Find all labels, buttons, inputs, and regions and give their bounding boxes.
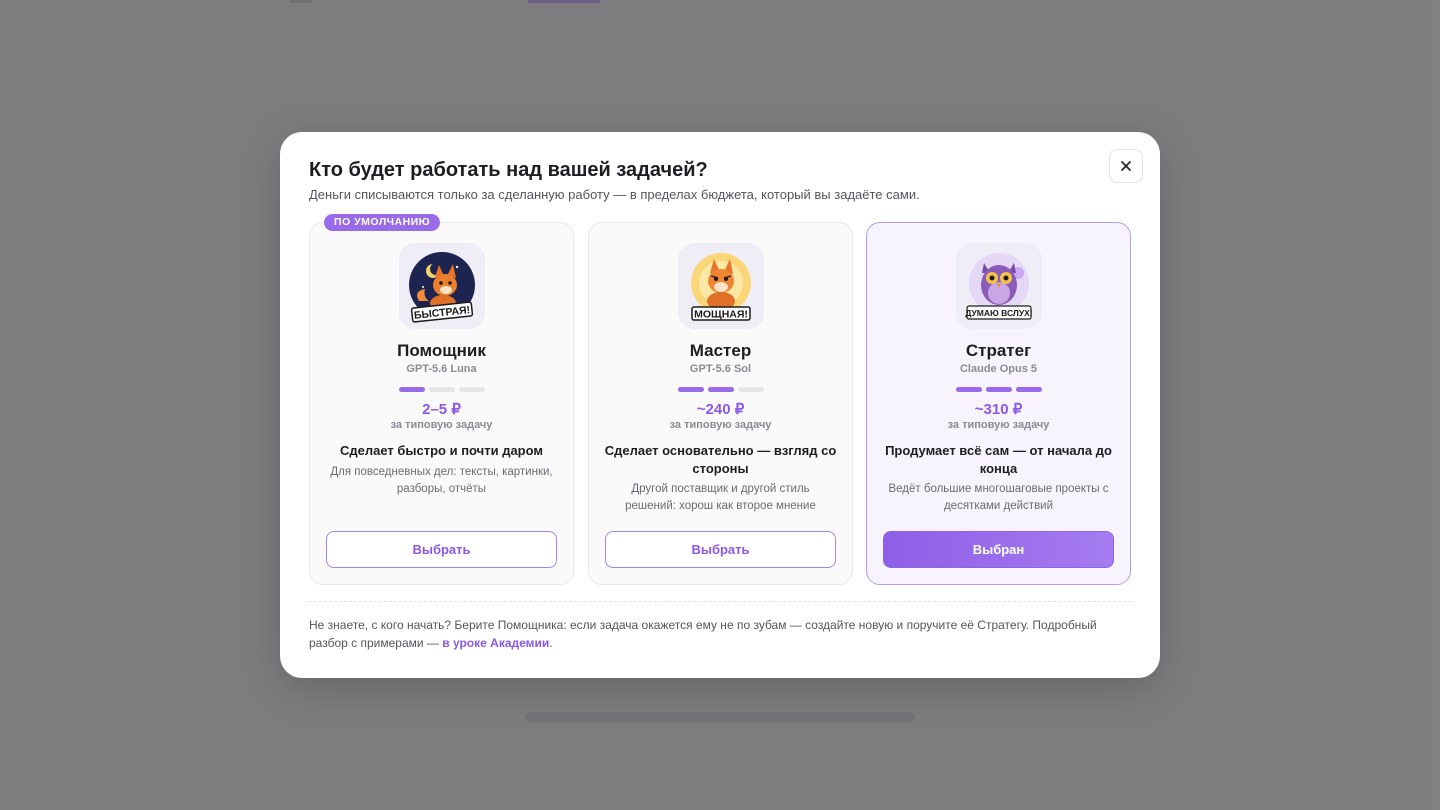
model-tagline: Сделает основательно — взгляд со стороны <box>604 443 837 476</box>
model-card-strategist[interactable]: ДУМАЮ ВСЛУХ! Стратег Claude Opus 5 ~310 … <box>866 222 1131 585</box>
model-description: Другой поставщик и другой стиль решений:… <box>625 483 816 512</box>
owl-avatar-icon: ДУМАЮ ВСЛУХ! <box>955 243 1042 329</box>
footer-divider <box>309 601 1131 602</box>
power-level-indicator <box>310 387 573 392</box>
fox-moon-avatar-icon: БЫСТРАЯ! <box>398 243 485 329</box>
model-price: ~310 ₽ <box>974 401 1023 418</box>
power-level-indicator <box>867 387 1130 392</box>
background-page-element <box>1432 0 1440 810</box>
price-note: за типовую задачу <box>390 419 493 431</box>
footer-hint-text: Не знаете, с кого начать? Берите Помощни… <box>309 618 1097 650</box>
model-description: Для повседневных дел: тексты, картинки, … <box>330 466 553 495</box>
avatar-caption: ДУМАЮ ВСЛУХ! <box>965 308 1032 318</box>
power-level-segment <box>1015 387 1042 392</box>
model-version: GPT-5.6 Luna <box>406 363 477 375</box>
select-strategist-button[interactable]: Выбран <box>883 531 1114 568</box>
model-card-master[interactable]: МОЩНАЯ! Мастер GPT-5.6 Sol ~240 ₽ за тип… <box>588 222 853 585</box>
power-level-segment <box>985 387 1012 392</box>
footer-hint-end: . <box>549 636 553 650</box>
power-level-indicator <box>589 387 852 392</box>
model-tagline: Продумает всё сам — от начала до конца <box>885 443 1112 476</box>
background-page-element <box>525 712 915 722</box>
select-master-button[interactable]: Выбрать <box>605 531 836 568</box>
background-page-element <box>528 0 600 3</box>
background-page-element <box>290 0 312 3</box>
close-icon <box>1121 161 1131 171</box>
model-price: 2–5 ₽ <box>422 401 461 418</box>
power-level-segment <box>458 387 485 392</box>
power-level-segment <box>707 387 734 392</box>
model-name: Помощник <box>397 341 486 360</box>
model-name: Стратег <box>965 341 1032 360</box>
price-note: за типовую задачу <box>947 419 1050 431</box>
model-tagline: Сделает быстро и почти даром <box>339 443 544 458</box>
model-name: Мастер <box>689 341 752 360</box>
model-price: ~240 ₽ <box>696 401 745 418</box>
price-note: за типовую задачу <box>669 419 772 431</box>
avatar-caption: МОЩНАЯ! <box>694 309 748 321</box>
default-badge: ПО УМОЛЧАНИЮ <box>324 214 441 231</box>
model-description: Ведёт большие многошаговые проекты с дес… <box>888 483 1109 512</box>
footer-hint: Не знаете, с кого начать? Берите Помощни… <box>309 616 1119 652</box>
power-level-segment <box>737 387 764 392</box>
dialog-title: Кто будет работать над вашей задачей? <box>309 159 708 181</box>
academy-lesson-link[interactable]: в уроке Академии <box>442 636 549 650</box>
power-level-segment <box>398 387 425 392</box>
model-cards: ПО УМОЛЧАНИЮ БЫСТРАЯ! Помощник GPT-5.6 L… <box>309 214 1131 585</box>
power-level-segment <box>955 387 982 392</box>
fox-sun-avatar-icon: МОЩНАЯ! <box>677 243 764 329</box>
power-level-segment <box>677 387 704 392</box>
close-button[interactable] <box>1109 149 1143 183</box>
model-card-helper[interactable]: ПО УМОЛЧАНИЮ БЫСТРАЯ! Помощник GPT-5.6 L… <box>309 214 574 585</box>
model-select-dialog: Кто будет работать над вашей задачей? Де… <box>280 132 1160 678</box>
select-helper-button[interactable]: Выбрать <box>326 531 557 568</box>
power-level-segment <box>428 387 455 392</box>
dialog-subtitle: Деньги списываются только за сделанную р… <box>309 187 920 202</box>
model-version: Claude Opus 5 <box>959 363 1038 375</box>
model-version: GPT-5.6 Sol <box>689 363 752 375</box>
